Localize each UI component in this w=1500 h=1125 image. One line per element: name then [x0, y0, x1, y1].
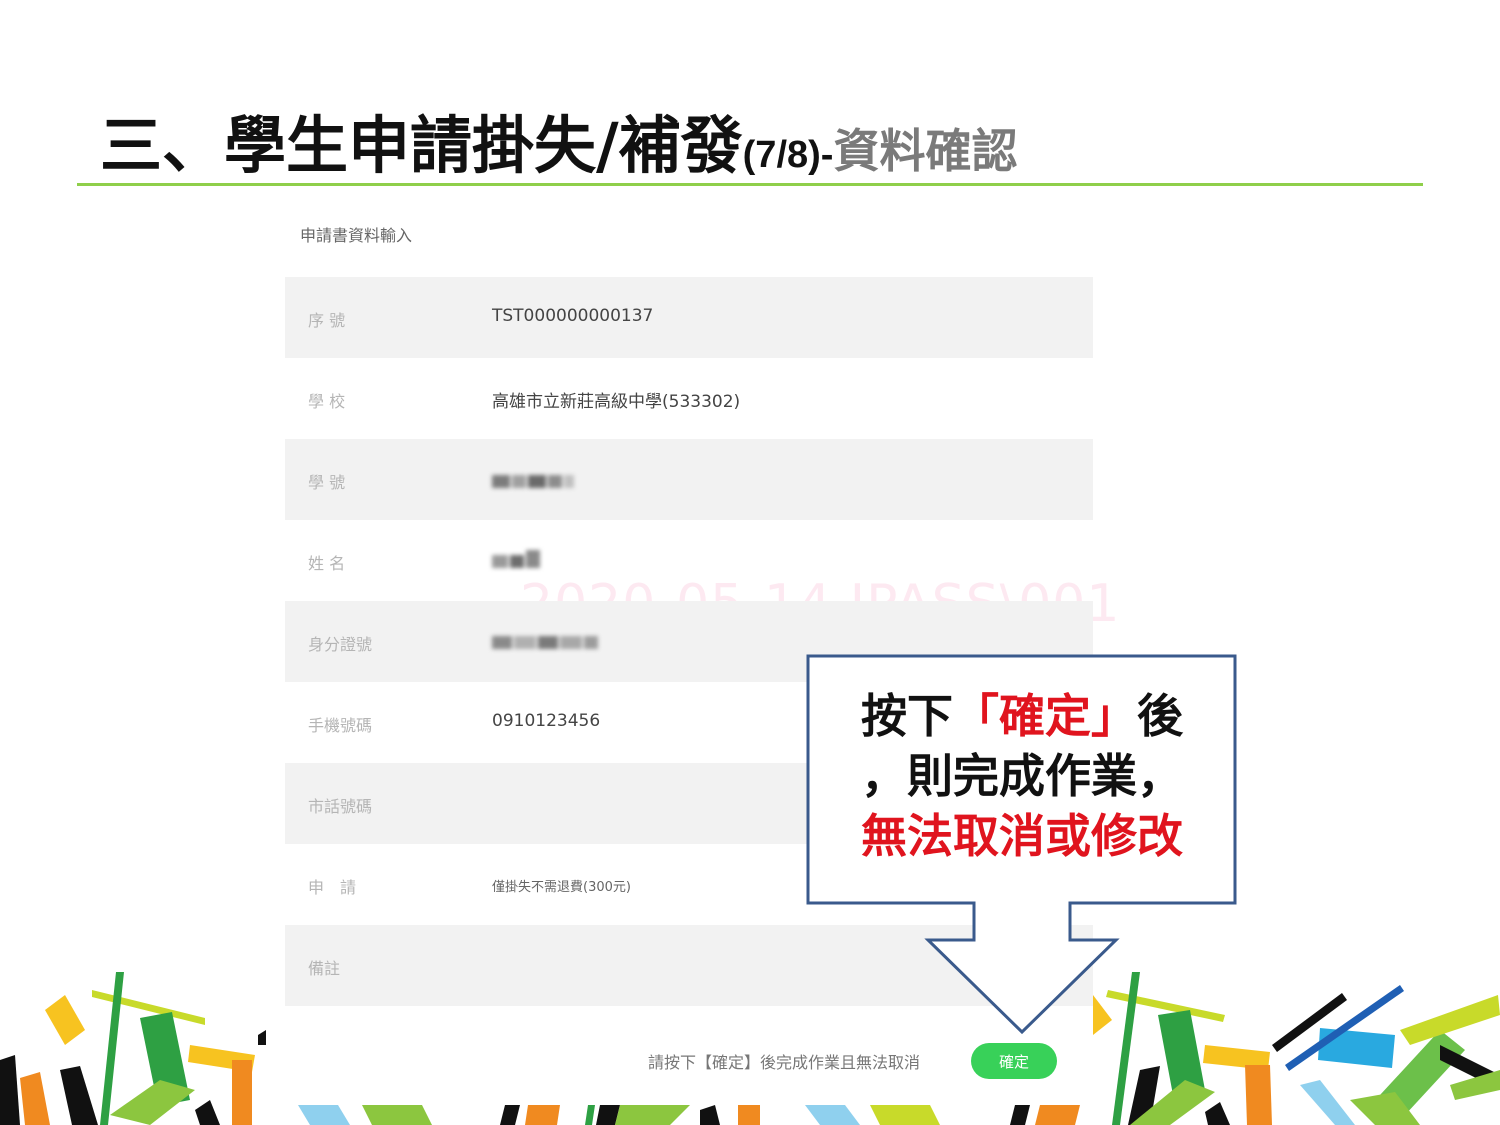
callout-line-2: ，則完成作業， [861, 749, 1183, 803]
callout-line-1a: 按下 [861, 689, 953, 743]
callout-line-1: 按下「確定」後 [810, 686, 1234, 746]
callout-line-1c: 後 [1137, 689, 1183, 743]
callout-highlight: 「確定」 [953, 689, 1137, 743]
callout-line-3: 無法取消或修改 [861, 809, 1183, 863]
callout-text: 按下「確定」後 ，則完成作業， 無法取消或修改 [810, 686, 1234, 866]
callout-arrow-box [806, 654, 1237, 1035]
